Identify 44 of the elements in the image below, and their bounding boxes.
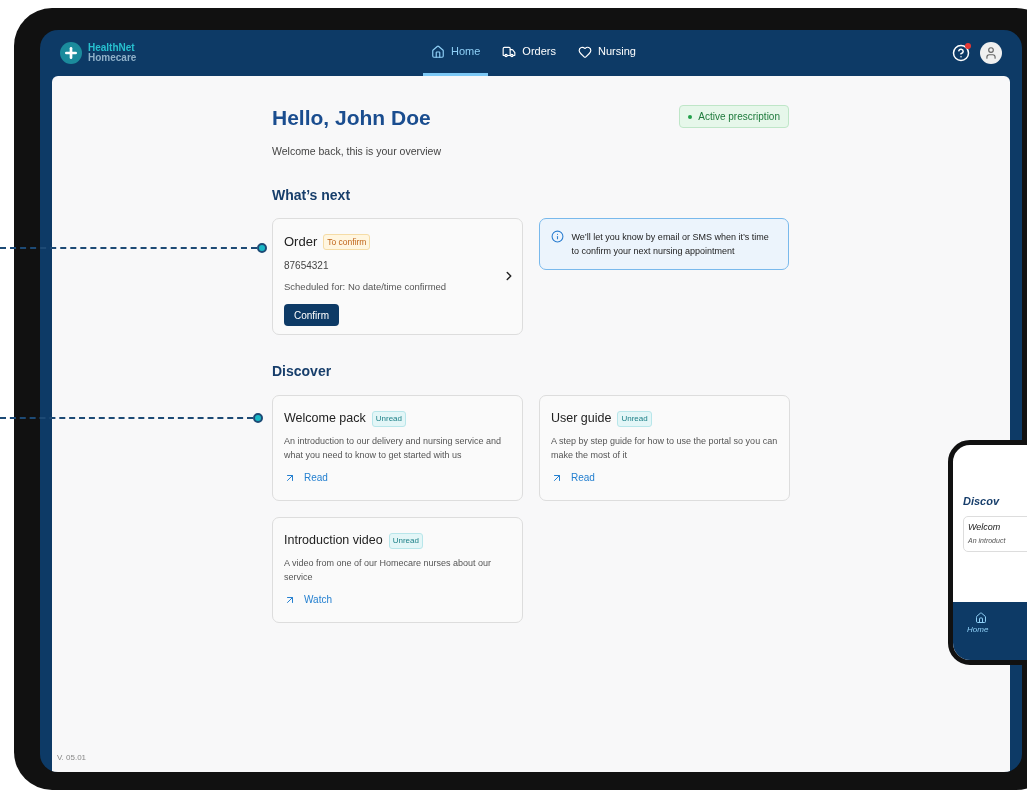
greeting-heading: Hello, John Doe [272, 105, 431, 131]
card-description: An introduction to our delivery and nursing service and what you need to know to get started with us [284, 435, 503, 462]
info-text: We’ll let you know by email or SMS when it’s time to confirm your next nursing appointment [571, 231, 770, 259]
logo-text: HealthNet Homecare [88, 43, 137, 63]
schedule-text: Scheduled for: No date/time confirmed [284, 279, 448, 294]
card-description: A video from one of our Homecare nurses about our service [284, 557, 493, 584]
nav-tab[interactable]: Nursing [569, 30, 644, 76]
status-badge: Unread [388, 532, 423, 549]
resource-card[interactable]: Introduction video Unread A video from one of our Homecare nurses about our service Watch [272, 517, 523, 624]
resource-card[interactable]: Welcome pack Unread An introduction to our delivery and nursing service and what you need to know to get started with us Read [272, 395, 523, 502]
user-icon [984, 46, 998, 60]
status-badge: Unread [371, 410, 406, 427]
card-title: User guide [551, 410, 612, 428]
section-heading: Discover [272, 362, 333, 382]
card-title: Introduction video [284, 532, 383, 550]
version-label: V. 05.01 [57, 752, 87, 764]
card-link[interactable]: Read [551, 470, 595, 485]
status-badge: Unread [617, 410, 652, 427]
card-description: A step by step guide for how to use the portal so you can make the most of it [551, 435, 778, 462]
heart-icon [577, 44, 592, 59]
section-heading: What’s next [272, 186, 352, 206]
phone-nav-label: Home [967, 624, 989, 636]
nav-tab[interactable]: Orders [494, 30, 564, 76]
card-link[interactable]: Watch [284, 592, 332, 607]
house-icon [975, 612, 987, 624]
status-badge: To confirm [323, 233, 371, 251]
avatar-button[interactable] [980, 42, 1002, 64]
help-button[interactable] [952, 44, 970, 62]
resource-card[interactable]: User guide Unread A step by step guide for how to use the portal so you can make the most of it Read [539, 395, 790, 502]
house-icon [431, 44, 445, 59]
confirm-button[interactable]: Confirm [284, 304, 339, 326]
subtitle: Welcome back, this is your overview [272, 143, 443, 159]
logo-icon [60, 42, 82, 64]
phone-card-title: Welcom [968, 520, 1002, 534]
order-card[interactable]: Order To confirm 87654321 Scheduled for: No date/time confirmed Confirm [272, 218, 523, 336]
status-badge: Active prescription [679, 105, 789, 128]
truck-icon [502, 44, 517, 59]
phone-section-heading: Discov [963, 494, 1001, 509]
info-icon [550, 230, 564, 244]
help-icon [952, 44, 970, 62]
card-title: Welcome pack [284, 410, 366, 428]
card-title: Order [284, 233, 318, 252]
order-number: 87654321 [284, 258, 330, 273]
card-link[interactable]: Read [284, 470, 328, 485]
